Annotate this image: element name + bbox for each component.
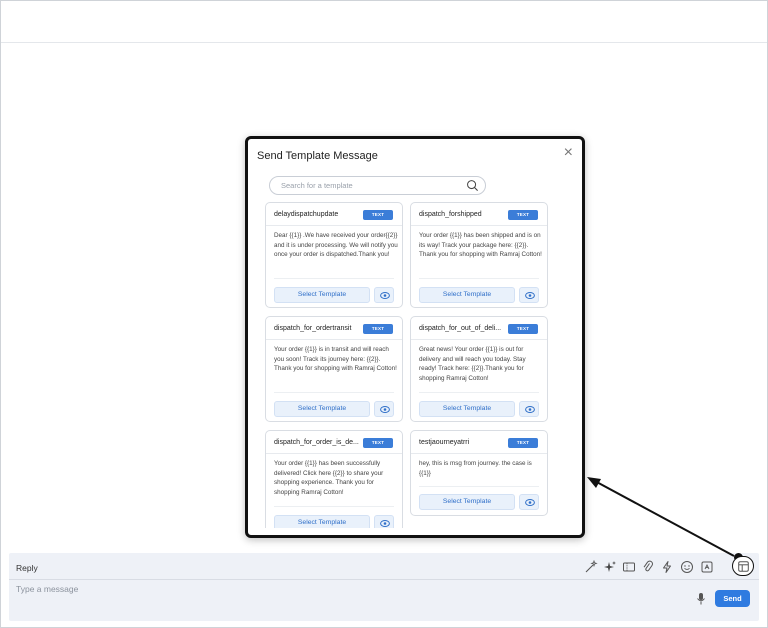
select-template-button[interactable]: Select Template xyxy=(419,287,515,303)
text-badge: TEXT xyxy=(508,324,538,334)
top-bar xyxy=(1,1,767,43)
eye-icon xyxy=(380,292,390,299)
template-name: dispatch_for_ordertransit xyxy=(274,325,352,332)
text-badge: TEXT xyxy=(363,210,393,220)
template-card: dispatch_for_order_is_de... TEXT Your or… xyxy=(265,430,403,528)
file-icon[interactable] xyxy=(700,560,714,574)
select-template-button[interactable]: Select Template xyxy=(274,287,370,303)
eye-icon xyxy=(525,406,535,413)
template-body: Your order {{1}} has been successfully d… xyxy=(274,460,384,496)
send-button[interactable]: Send xyxy=(715,590,750,607)
select-template-button[interactable]: Select Template xyxy=(274,515,370,528)
search-icon xyxy=(467,180,479,192)
template-card: testjaourneyatrri TEXT hey, this is msg … xyxy=(410,430,548,516)
template-body: Your order {{1}} is in transit and will … xyxy=(274,346,397,372)
reply-label: Reply xyxy=(16,563,38,573)
paperclip-icon[interactable] xyxy=(641,560,655,574)
template-name: testjaourneyatrri xyxy=(419,439,470,446)
eye-icon xyxy=(380,520,390,527)
template-name: delaydispatchupdate xyxy=(274,211,339,218)
template-card: dispatch_for_ordertransit TEXT Your orde… xyxy=(265,316,403,422)
preview-button[interactable] xyxy=(519,401,539,417)
text-badge: TEXT xyxy=(363,438,393,448)
select-template-button[interactable]: Select Template xyxy=(419,494,515,510)
preview-button[interactable] xyxy=(374,287,394,303)
template-card: delaydispatchupdate TEXT Dear {{1}} .We … xyxy=(265,202,403,308)
template-name: dispatch_for_order_is_de... xyxy=(274,439,359,446)
select-template-button[interactable]: Select Template xyxy=(419,401,515,417)
text-badge: TEXT xyxy=(508,210,538,220)
eye-icon xyxy=(525,499,535,506)
lightning-icon[interactable] xyxy=(660,560,674,574)
sparkle-icon[interactable] xyxy=(603,560,617,574)
template-body: Your order {{1}} has been shipped and is… xyxy=(419,232,542,258)
select-template-button[interactable]: Select Template xyxy=(274,401,370,417)
eye-icon xyxy=(380,406,390,413)
template-name: dispatch_for_out_of_deli... xyxy=(419,325,502,332)
message-input[interactable]: Type a message xyxy=(16,584,78,594)
template-icon[interactable] xyxy=(732,556,754,576)
modal-title: Send Template Message xyxy=(257,150,378,162)
template-search-input[interactable]: Search for a template xyxy=(269,176,486,195)
emoji-icon[interactable] xyxy=(680,560,694,574)
preview-button[interactable] xyxy=(519,287,539,303)
close-icon[interactable]: × xyxy=(564,145,573,161)
reply-panel: Reply Type a message Send xyxy=(9,553,759,621)
search-placeholder: Search for a template xyxy=(281,181,353,190)
magic-wand-icon[interactable] xyxy=(584,559,598,574)
reply-divider xyxy=(9,579,759,580)
template-body: Dear {{1}} .We have received your order{… xyxy=(274,232,398,258)
preview-button[interactable] xyxy=(519,494,539,510)
text-badge: TEXT xyxy=(508,438,538,448)
template-body: Great news! Your order {{1}} is out for … xyxy=(419,346,526,382)
text-badge: TEXT xyxy=(363,324,393,334)
ticket-icon[interactable] xyxy=(622,560,636,574)
eye-icon xyxy=(525,292,535,299)
template-body: hey, this is msg from journey. the case … xyxy=(419,460,532,477)
template-grid: delaydispatchupdate TEXT Dear {{1}} .We … xyxy=(265,202,555,528)
app-frame: Send Template Message × Search for a tem… xyxy=(0,0,768,628)
preview-button[interactable] xyxy=(374,515,394,528)
template-name: dispatch_forshipped xyxy=(419,211,482,218)
template-card: dispatch_for_out_of_deli... TEXT Great n… xyxy=(410,316,548,422)
send-template-modal: Send Template Message × Search for a tem… xyxy=(245,136,585,538)
template-card: dispatch_forshipped TEXT Your order {{1}… xyxy=(410,202,548,308)
microphone-icon[interactable] xyxy=(695,592,707,606)
preview-button[interactable] xyxy=(374,401,394,417)
